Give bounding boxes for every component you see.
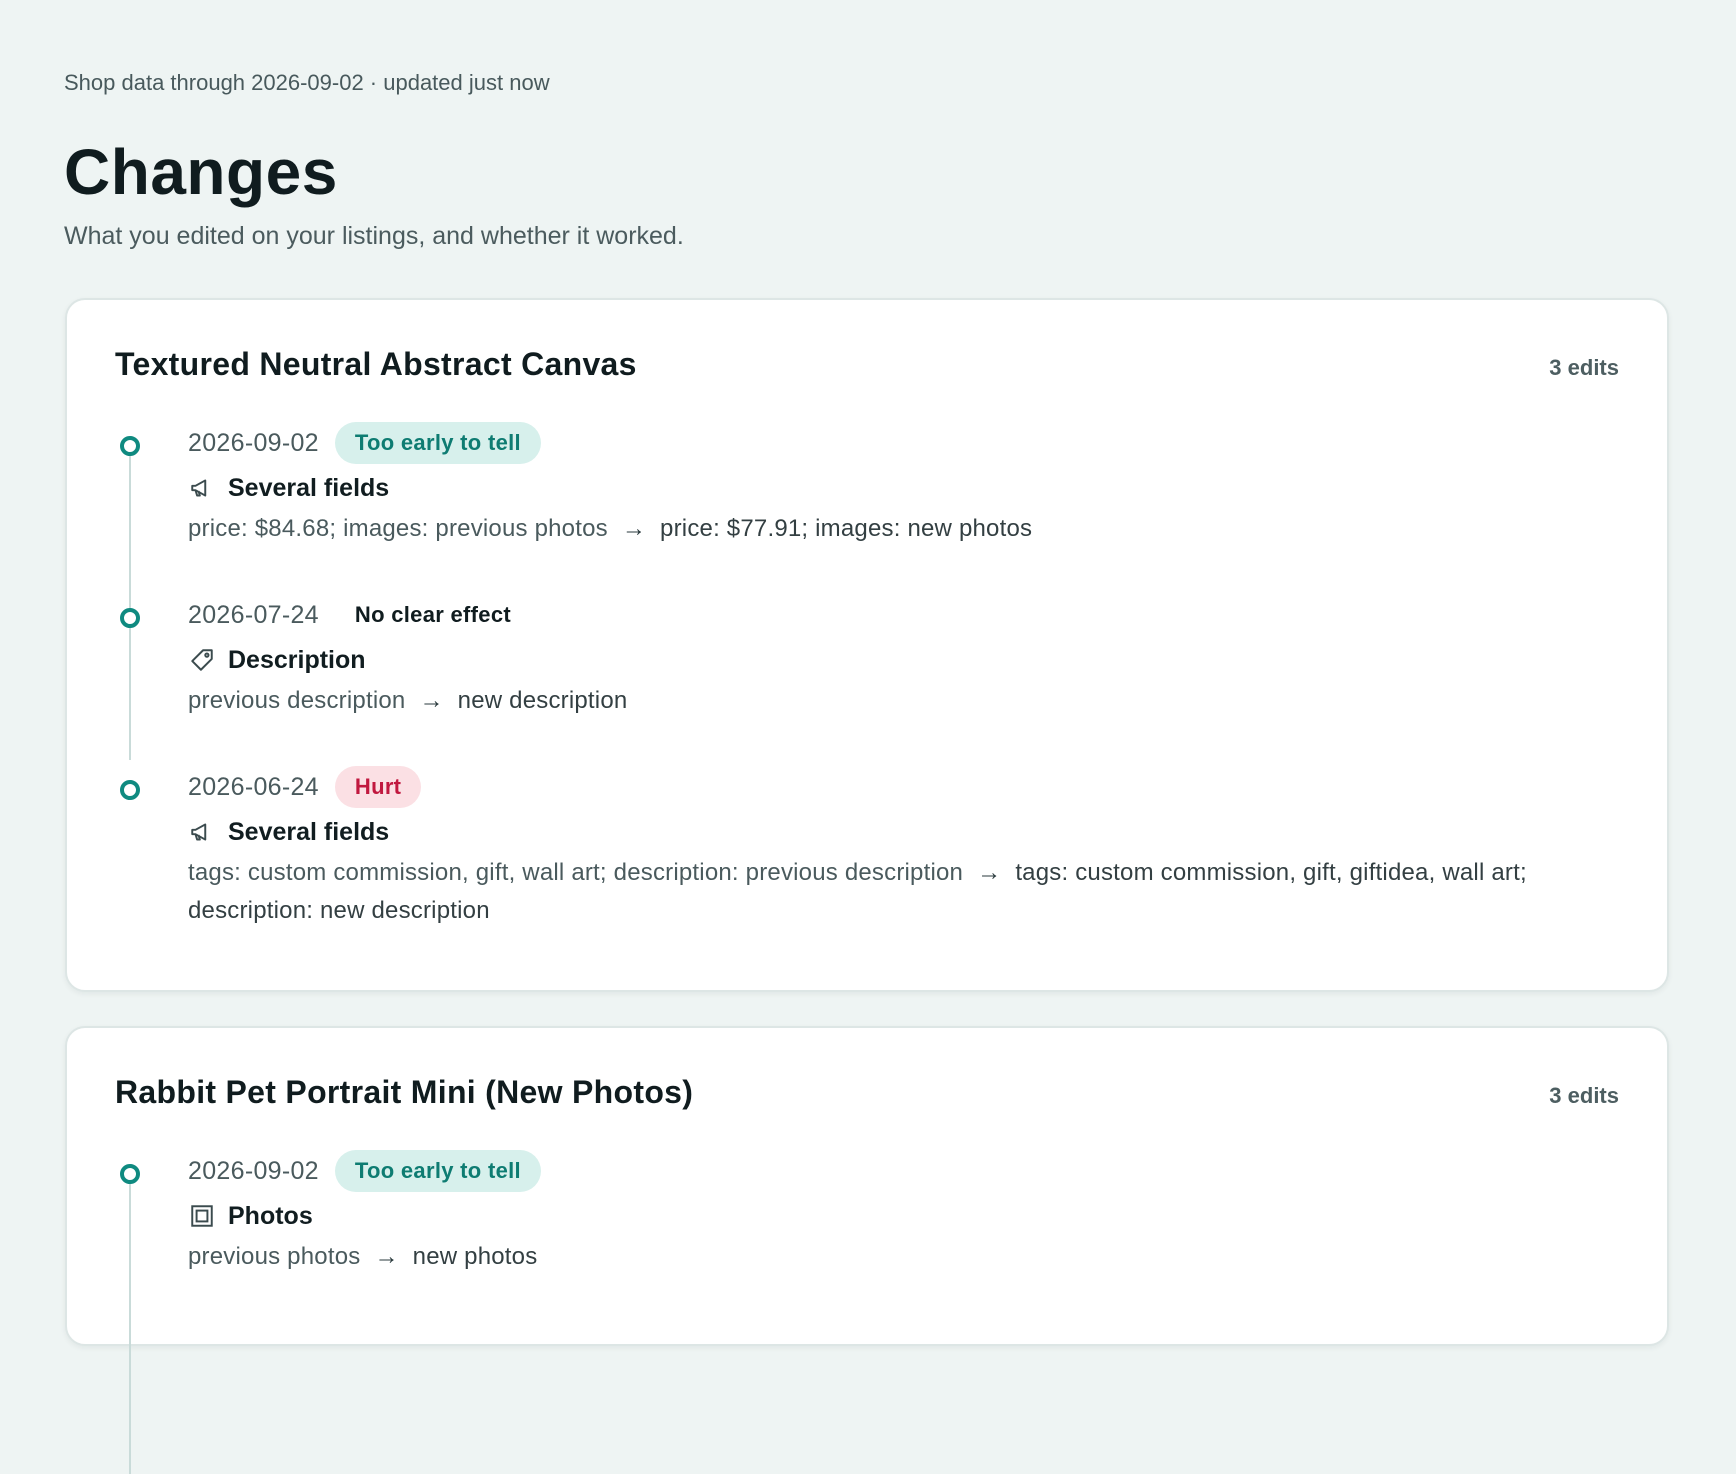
- change-summary: previous description → new description: [188, 682, 1619, 720]
- listing-title[interactable]: Textured Neutral Abstract Canvas: [115, 346, 637, 383]
- change-summary: tags: custom commission, gift, wall art;…: [188, 854, 1619, 930]
- arrow-right-icon: →: [977, 859, 1002, 886]
- after-value: new description: [457, 687, 628, 714]
- before-value: previous photos: [188, 1243, 361, 1270]
- timeline-dot: [120, 780, 140, 800]
- after-value: price: $77.91; images: new photos: [660, 515, 1033, 542]
- arrow-right-icon: →: [419, 687, 444, 714]
- edited-field: Photos: [228, 1201, 313, 1230]
- before-value: tags: custom commission, gift, wall art;…: [188, 859, 964, 886]
- change-summary: previous photos → new photos: [188, 1238, 1619, 1276]
- data-freshness-note: Shop data through 2026-09-02 · updated j…: [64, 70, 550, 95]
- listing-card-header: Textured Neutral Abstract Canvas 3 edits: [115, 346, 1619, 383]
- edited-field: Several fields: [228, 473, 390, 502]
- timeline-dot: [120, 608, 140, 628]
- listing-card: Textured Neutral Abstract Canvas 3 edits…: [65, 298, 1669, 992]
- outcome-badge: Hurt: [334, 766, 422, 808]
- edit-date: 2026-07-24: [188, 600, 319, 629]
- megaphone-icon: [188, 474, 216, 502]
- outcome-badge: Too early to tell: [334, 422, 541, 464]
- before-value: price: $84.68; images: previous photos: [188, 515, 608, 542]
- timeline-dot: [120, 436, 140, 456]
- listing-card: Rabbit Pet Portrait Mini (New Photos) 3 …: [65, 1026, 1669, 1474]
- arrow-right-icon: →: [374, 1243, 399, 1270]
- edited-field: Description: [228, 645, 366, 674]
- tag-icon: [188, 646, 216, 674]
- photo-frame-icon: [188, 1202, 216, 1230]
- timeline-dot: [120, 1164, 140, 1184]
- listing-card-header: Rabbit Pet Portrait Mini (New Photos) 3 …: [115, 1074, 1619, 1111]
- timeline-rail: [129, 1174, 131, 1474]
- edit-count: 3 edits: [1549, 1083, 1619, 1108]
- outcome-badge: No clear effect: [354, 602, 512, 627]
- page-subtitle: What you edited on your listings, and wh…: [64, 222, 684, 250]
- megaphone-icon: [188, 818, 216, 846]
- edit-date: 2026-09-02: [188, 428, 319, 457]
- edit-date: 2026-09-02: [188, 1156, 319, 1185]
- timeline-rail: [129, 446, 131, 760]
- edit-count: 3 edits: [1549, 355, 1619, 380]
- outcome-badge: Too early to tell: [334, 1150, 541, 1192]
- change-summary: price: $84.68; images: previous photos → p…: [188, 510, 1619, 548]
- before-value: previous description: [188, 687, 406, 714]
- edited-field: Several fields: [228, 817, 390, 846]
- listing-title[interactable]: Rabbit Pet Portrait Mini (New Photos): [115, 1074, 693, 1111]
- changes-page: Shop data through 2026-09-02 · updated j…: [0, 0, 1736, 251]
- edit-date: 2026-06-24: [188, 772, 319, 801]
- arrow-right-icon: →: [621, 515, 647, 542]
- after-value: new photos: [412, 1243, 538, 1270]
- page-title: Changes: [64, 136, 338, 208]
